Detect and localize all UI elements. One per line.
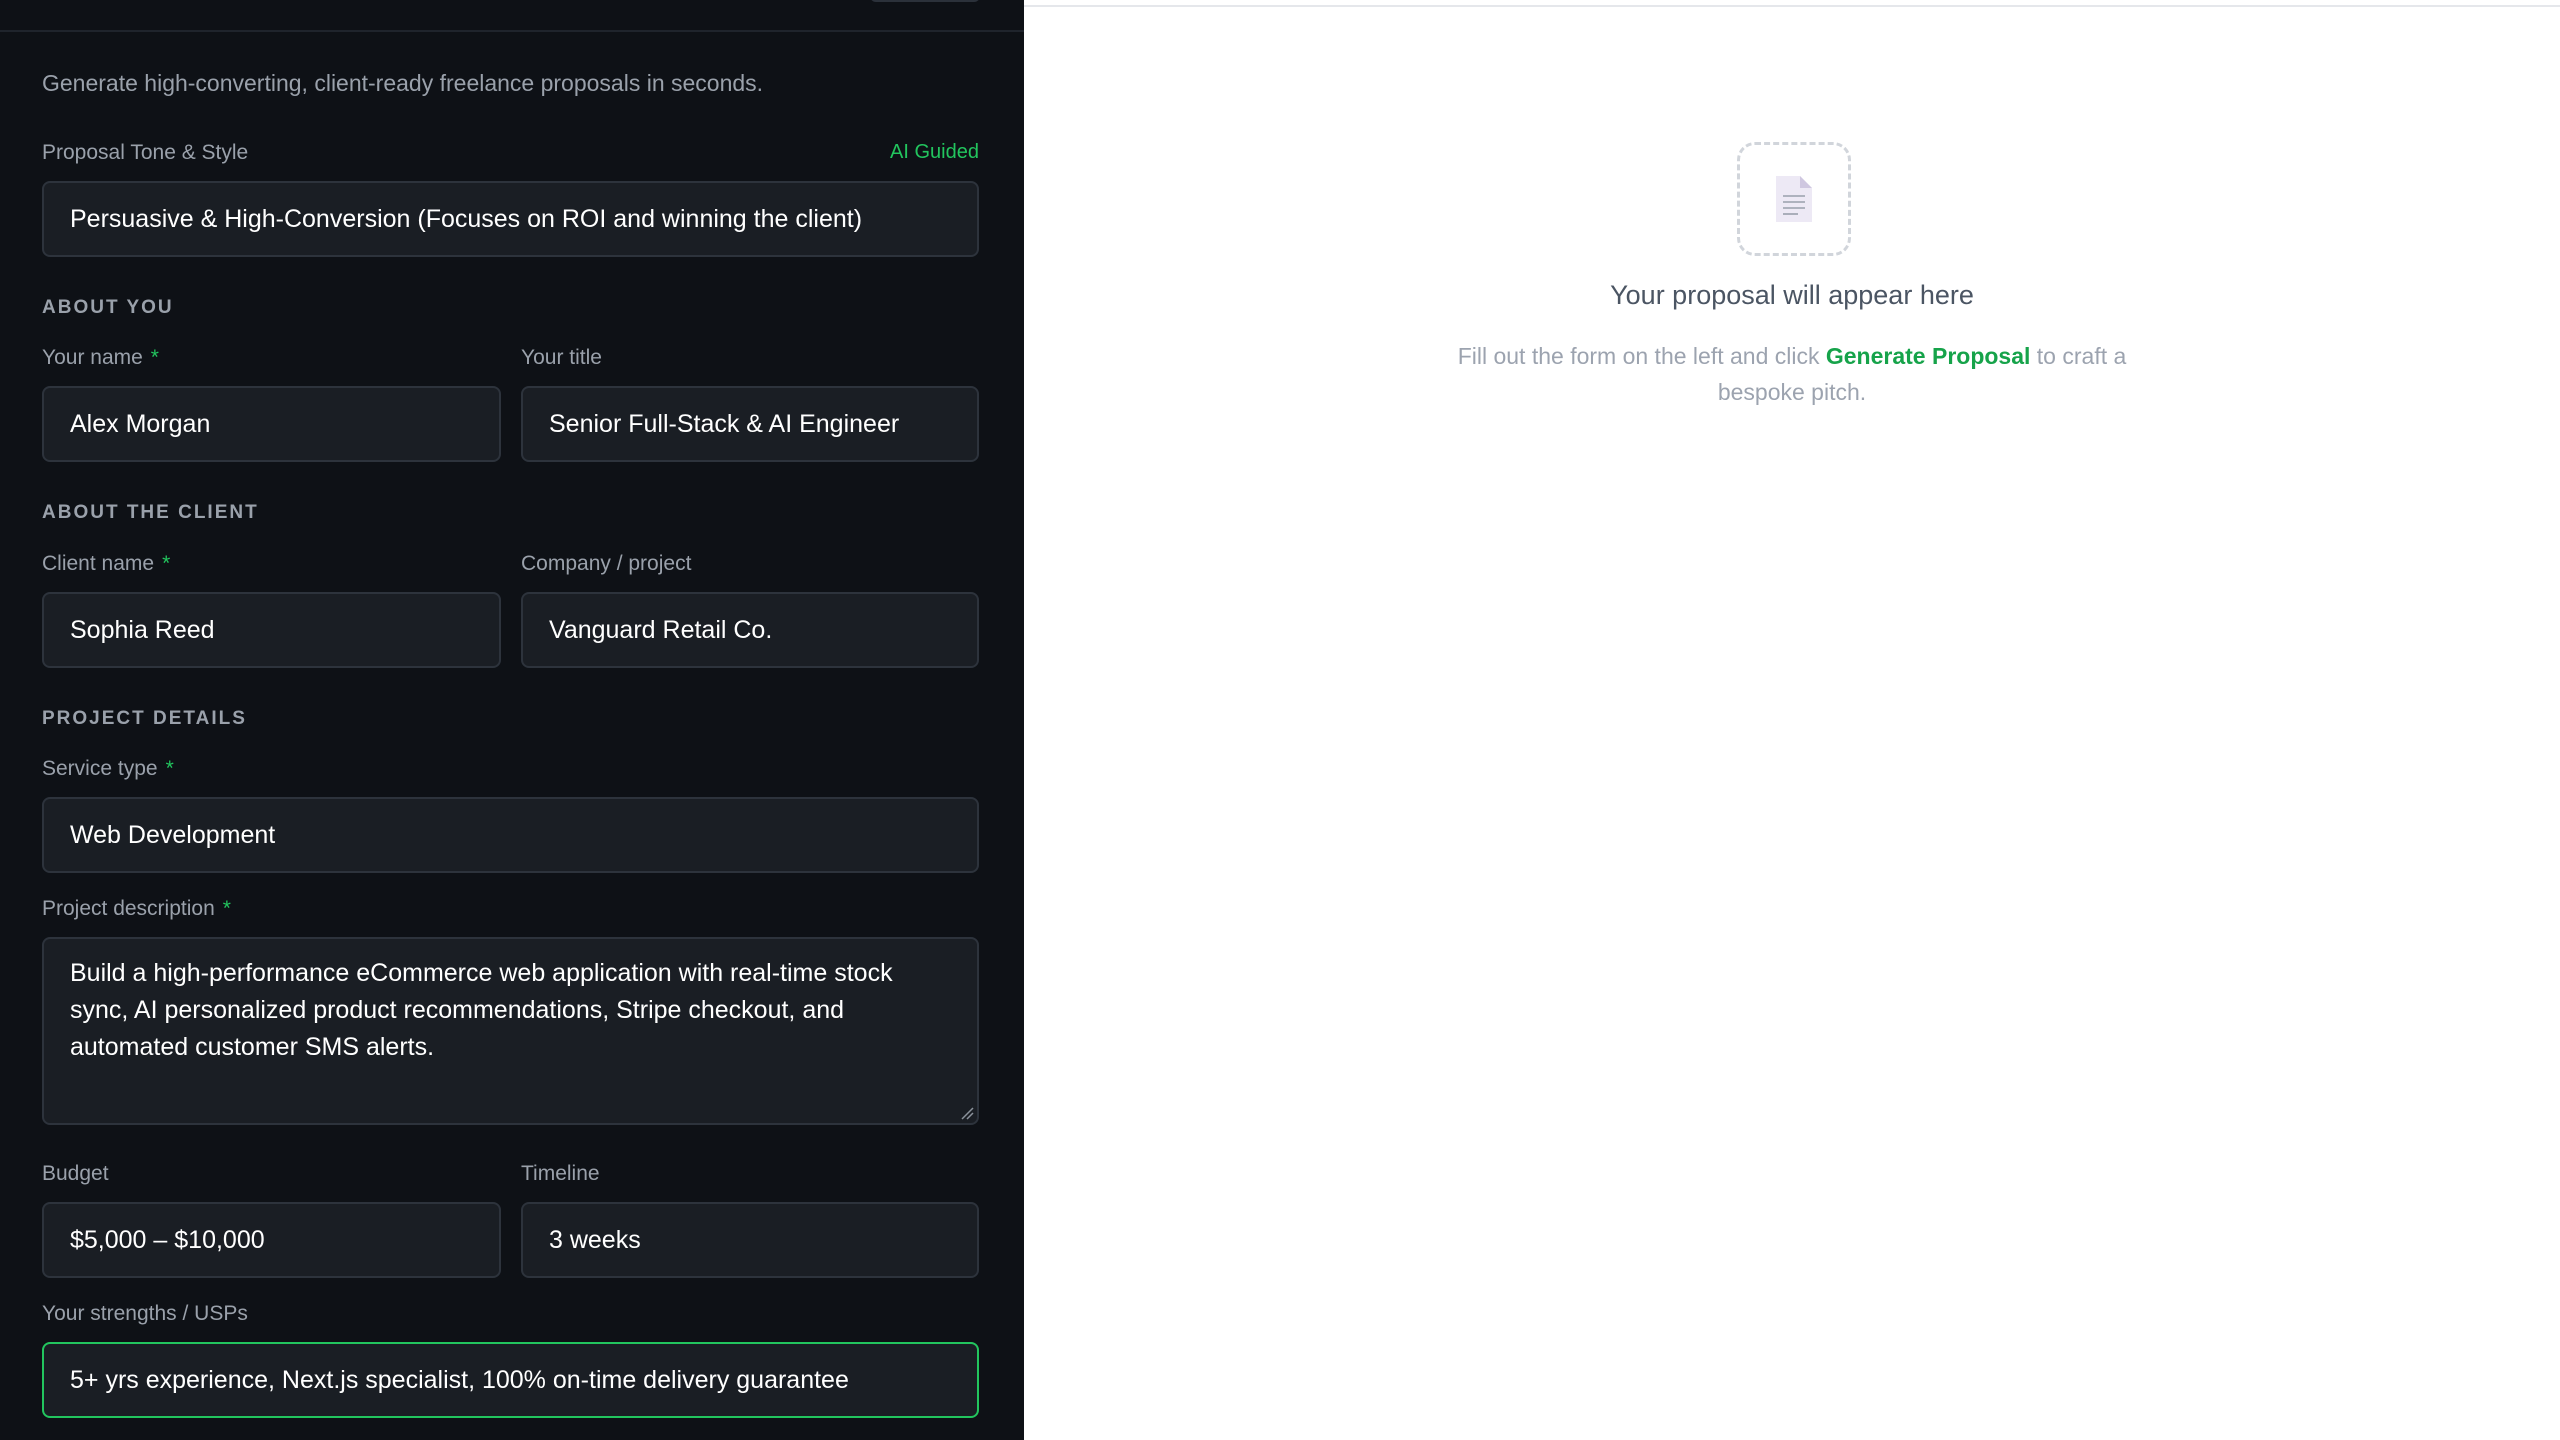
project-description-textarea[interactable]: Build a high-performance eCommerce web a… — [42, 937, 979, 1125]
section-about-you: ABOUT YOU — [42, 297, 174, 318]
project-description-label: Project description * — [42, 897, 231, 920]
timeline-input[interactable]: 3 weeks — [521, 1202, 979, 1278]
project-description-text: Build a high-performance eCommerce web a… — [70, 959, 893, 1061]
required-marker: * — [150, 346, 159, 369]
section-project-details: PROJECT DETAILS — [42, 708, 247, 729]
your-name-input[interactable]: Alex Morgan — [42, 386, 501, 462]
document-icon — [1776, 176, 1812, 222]
budget-label: Budget — [42, 1162, 109, 1185]
required-marker: * — [165, 757, 174, 780]
timeline-label: Timeline — [521, 1162, 600, 1185]
empty-state-placeholder — [1737, 142, 1851, 256]
proposal-form-panel: Generate high-converting, client-ready f… — [0, 0, 1024, 1440]
client-name-input[interactable]: Sophia Reed — [42, 592, 501, 668]
client-name-label: Client name * — [42, 552, 171, 575]
proposal-preview-panel: Your proposal will appear here Fill out … — [1024, 0, 2560, 1440]
tone-label: Proposal Tone & Style — [42, 141, 249, 164]
form-subtitle: Generate high-converting, client-ready f… — [42, 70, 764, 96]
header-button-edge[interactable] — [870, 0, 980, 2]
strengths-input[interactable]: 5+ yrs experience, Next.js specialist, 1… — [42, 1342, 979, 1418]
preview-top-border — [1024, 5, 2560, 7]
strengths-label: Your strengths / USPs — [42, 1302, 248, 1325]
section-about-client: ABOUT THE CLIENT — [42, 502, 259, 523]
company-label: Company / project — [521, 552, 692, 575]
resize-handle-icon[interactable] — [960, 1106, 974, 1120]
tone-select[interactable]: Persuasive & High-Conversion (Focuses on… — [42, 181, 979, 257]
generate-proposal-link[interactable]: Generate Proposal — [1826, 343, 2031, 369]
header-divider — [0, 30, 1024, 32]
required-marker: * — [162, 552, 171, 575]
ai-guided-badge: AI Guided — [890, 141, 979, 163]
service-type-select[interactable]: Web Development — [42, 797, 979, 873]
company-input[interactable]: Vanguard Retail Co. — [521, 592, 979, 668]
empty-state-description: Fill out the form on the left and click … — [1457, 343, 2127, 405]
your-name-label: Your name * — [42, 346, 159, 369]
your-title-label: Your title — [521, 346, 602, 369]
required-marker: * — [222, 897, 231, 920]
budget-input[interactable]: $5,000 – $10,000 — [42, 1202, 501, 1278]
your-title-input[interactable]: Senior Full-Stack & AI Engineer — [521, 386, 979, 462]
empty-state-title: Your proposal will appear here — [1610, 280, 1974, 310]
service-type-label: Service type * — [42, 757, 174, 780]
